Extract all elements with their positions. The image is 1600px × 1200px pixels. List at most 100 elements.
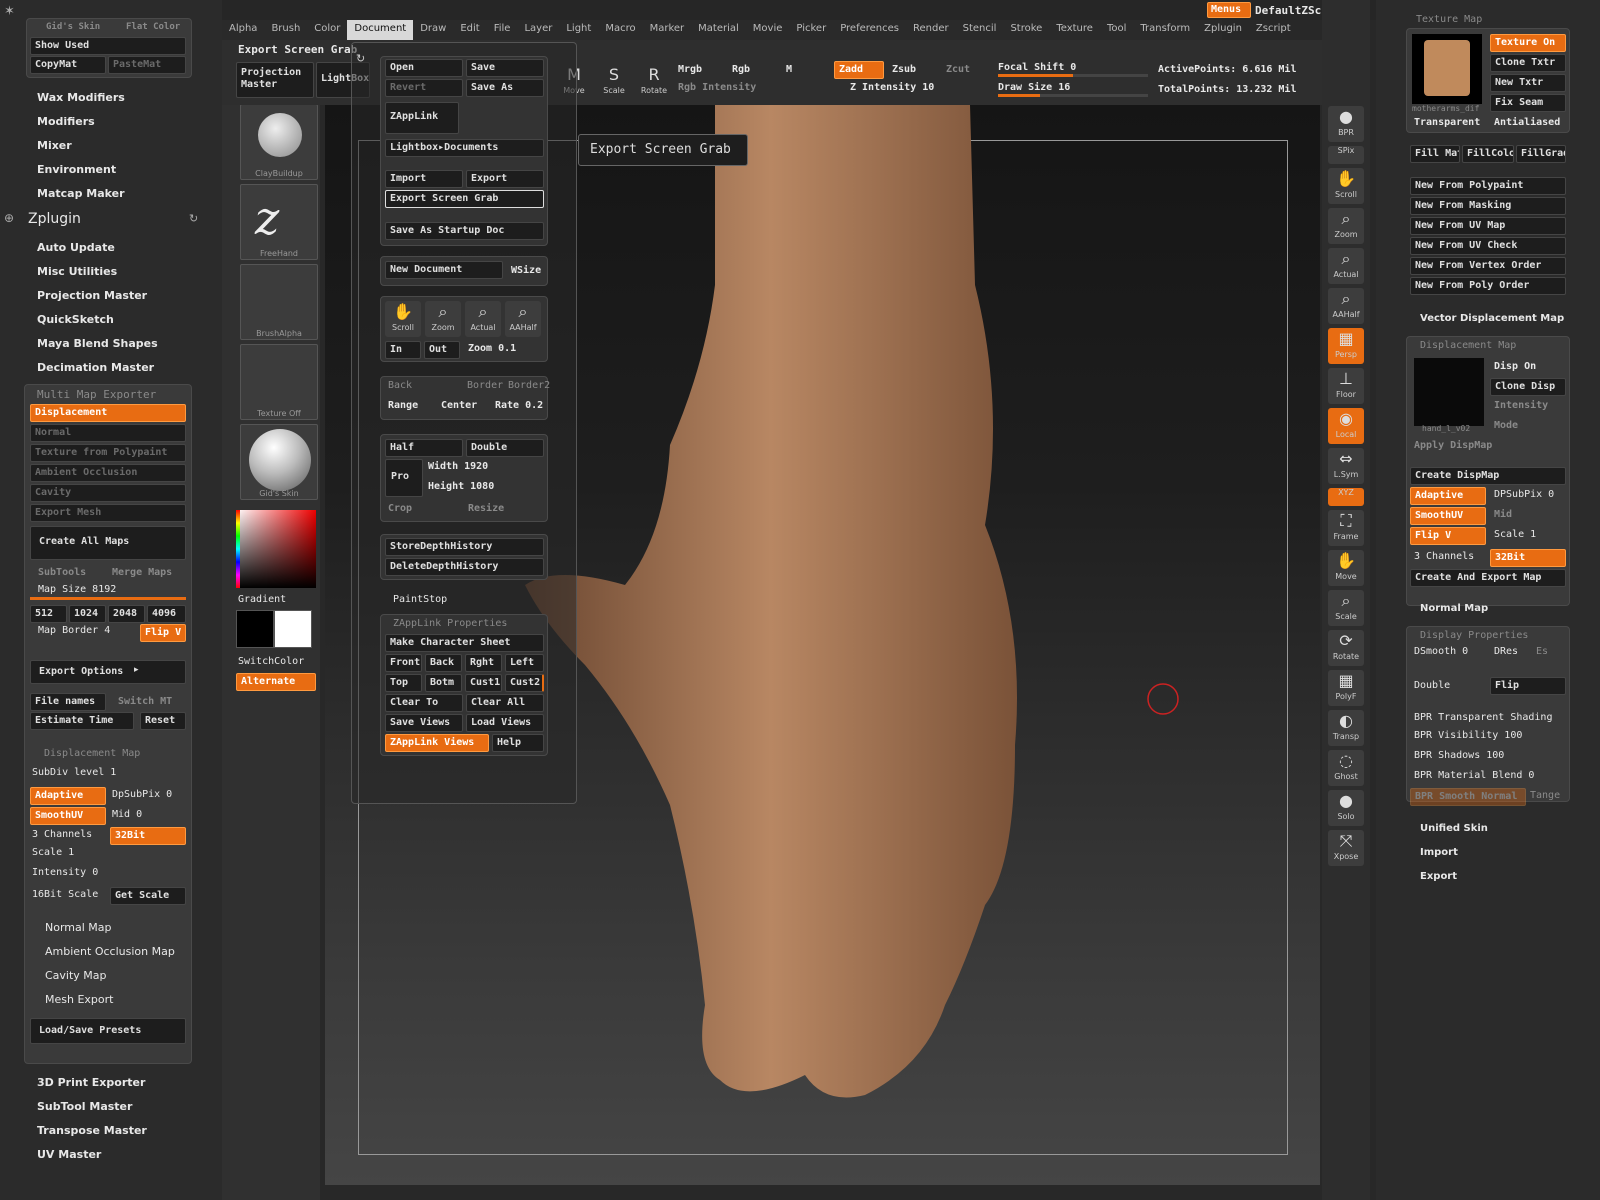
fillcolor-button[interactable]: FillColor: [1462, 145, 1514, 163]
menu-stencil[interactable]: Stencil: [956, 20, 1004, 40]
menu-stroke[interactable]: Stroke: [1003, 20, 1049, 40]
switch-mt-toggle[interactable]: Switch MT: [118, 696, 172, 707]
right-scale-slider[interactable]: Scale 1: [1494, 529, 1536, 540]
intensity-slider[interactable]: Intensity 0: [32, 867, 98, 878]
create-and-export-map-button[interactable]: Create And Export Map: [1410, 569, 1566, 587]
map-size-slider[interactable]: Map Size 8192: [38, 584, 116, 595]
rotate-tool[interactable]: R Rotate: [636, 64, 672, 100]
vector-displacement-map-subpanel[interactable]: Vector Displacement Map: [1420, 313, 1564, 324]
zapplink-properties-title[interactable]: ZAppLink Properties: [393, 618, 507, 629]
scale-tool[interactable]: S Scale: [596, 64, 632, 100]
texture-thumbnail[interactable]: [1412, 34, 1482, 104]
flip-v-toggle[interactable]: Flip V: [140, 624, 186, 642]
rshelf-frame-tool[interactable]: ⛶ Frame: [1328, 510, 1364, 546]
back-color-swatch[interactable]: Back: [388, 380, 412, 391]
view-top-button[interactable]: Top: [385, 674, 422, 692]
menu-wax-modifiers[interactable]: Wax Modifiers: [37, 91, 125, 104]
merge-maps-toggle[interactable]: Merge Maps: [112, 567, 172, 578]
double-toggle[interactable]: Double: [1414, 680, 1450, 691]
menu-zscript[interactable]: Zscript: [1249, 20, 1298, 40]
menu-quicksketch[interactable]: QuickSketch: [37, 313, 114, 326]
fillgrad-button[interactable]: FillGrad: [1516, 145, 1566, 163]
gradient-toggle[interactable]: Gradient: [238, 594, 286, 605]
smoothuv-toggle[interactable]: SmoothUV: [30, 807, 106, 825]
right-adaptive-toggle[interactable]: Adaptive: [1410, 487, 1486, 505]
zoom-in-button[interactable]: In: [385, 341, 421, 359]
rshelf-scroll-tool[interactable]: ✋ Scroll: [1328, 168, 1364, 204]
rshelf-xpose-tool[interactable]: ⤧ Xpose: [1328, 830, 1364, 866]
menus-toggle[interactable]: Menus: [1207, 2, 1251, 18]
right-32bit-toggle[interactable]: 32Bit: [1490, 549, 1566, 567]
double-button[interactable]: Double: [466, 439, 544, 457]
import-button[interactable]: Import: [385, 170, 463, 188]
menu-file[interactable]: File: [487, 20, 518, 40]
unified-skin-subpanel[interactable]: Unified Skin: [1420, 823, 1488, 834]
rshelf-bpr-tool[interactable]: ● BPR: [1328, 106, 1364, 142]
channels-switch[interactable]: 3 Channels: [32, 829, 92, 840]
brush-thumbnail[interactable]: ClayBuildup: [240, 104, 318, 180]
menu-preferences[interactable]: Preferences: [833, 20, 906, 40]
apply-dispmap-button[interactable]: Apply DispMap: [1414, 440, 1492, 451]
menu-tool[interactable]: Tool: [1100, 20, 1133, 40]
zapplink-views-toggle[interactable]: ZAppLink Views: [385, 734, 489, 752]
dpsubpix-slider[interactable]: DpSubPix 0: [112, 789, 172, 800]
32bit-toggle[interactable]: 32Bit: [110, 827, 186, 845]
crop-button[interactable]: Crop: [388, 503, 412, 514]
zadd-toggle[interactable]: Zadd: [834, 61, 884, 79]
border-color-swatch[interactable]: Border: [467, 380, 503, 391]
tange-toggle[interactable]: Tange: [1530, 790, 1560, 801]
doc-aahalf-tool[interactable]: ⌕ AAHalf: [505, 301, 541, 337]
normal-map-subpanel[interactable]: Normal Map: [1420, 603, 1488, 614]
texture-map-title[interactable]: Texture Map: [1416, 14, 1482, 25]
rshelf-solo-tool[interactable]: ● Solo: [1328, 790, 1364, 826]
menu-picker[interactable]: Picker: [789, 20, 833, 40]
store-depth-history-button[interactable]: StoreDepthHistory: [385, 538, 544, 556]
mid-slider[interactable]: Mid 0: [112, 809, 142, 820]
save-button[interactable]: Save: [466, 59, 544, 77]
doc-actual-tool[interactable]: ⌕ Actual: [465, 301, 501, 337]
menu-misc-utilities[interactable]: Misc Utilities: [37, 265, 117, 278]
fill-mat-button[interactable]: Fill Mat: [1410, 145, 1460, 163]
doc-zoom-tool[interactable]: ⌕ Zoom: [425, 301, 461, 337]
menu-alpha[interactable]: Alpha: [222, 20, 264, 40]
texture-on-toggle[interactable]: Texture On: [1490, 34, 1566, 52]
menu-color[interactable]: Color: [307, 20, 347, 40]
menu-projection-master[interactable]: Projection Master: [37, 289, 147, 302]
rshelf-move-tool[interactable]: ✋ Move: [1328, 550, 1364, 586]
save-as-startup-doc-button[interactable]: Save As Startup Doc: [385, 222, 544, 240]
m-toggle[interactable]: M: [786, 64, 792, 75]
map-border-slider[interactable]: Map Border 4: [38, 625, 110, 636]
normal-map-subpanel[interactable]: Normal Map: [45, 921, 112, 934]
border2-color-swatch[interactable]: Border2: [508, 380, 550, 391]
antialiased-toggle[interactable]: Antialiased: [1494, 117, 1560, 128]
mrgb-toggle[interactable]: Mrgb: [678, 64, 702, 75]
rshelf-actual-tool[interactable]: ⌕ Actual: [1328, 248, 1364, 284]
new-document-button[interactable]: New Document: [385, 261, 503, 279]
menu-light[interactable]: Light: [559, 20, 598, 40]
z-intensity-slider[interactable]: Z Intensity 10: [850, 82, 934, 93]
zcut-toggle[interactable]: Zcut: [946, 64, 970, 75]
right-flip-v-toggle[interactable]: Flip V: [1410, 527, 1486, 545]
mme-title[interactable]: Multi Map Exporter: [37, 388, 156, 401]
show-used-button[interactable]: Show Used: [30, 37, 186, 55]
right-mid-slider[interactable]: Mid: [1494, 509, 1512, 520]
view-back-button[interactable]: Back: [425, 654, 462, 672]
pro-toggle[interactable]: Pro: [385, 459, 423, 497]
view-cust1-button[interactable]: Cust1: [465, 674, 502, 692]
doc-scroll-tool[interactable]: ✋ Scroll: [385, 301, 421, 337]
es-slider[interactable]: Es: [1536, 646, 1548, 657]
zsub-toggle[interactable]: Zsub: [892, 64, 916, 75]
bpr-material-blend-slider[interactable]: BPR Material Blend 0: [1414, 770, 1534, 781]
menu-movie[interactable]: Movie: [746, 20, 790, 40]
view-bottom-button[interactable]: Botm: [425, 674, 462, 692]
displacement-thumbnail[interactable]: [1414, 358, 1484, 426]
projection-master-top-button[interactable]: Projection Master: [236, 62, 314, 98]
bpr-smooth-normal-toggle[interactable]: BPR Smooth Normal: [1410, 788, 1526, 806]
disp-on-toggle[interactable]: Disp On: [1494, 361, 1536, 372]
map-export-mesh-toggle[interactable]: Export Mesh: [30, 504, 186, 522]
rshelf-ghost-tool[interactable]: ◌ Ghost: [1328, 750, 1364, 786]
disp-intensity-slider[interactable]: Intensity: [1494, 400, 1548, 411]
disp-mode-slider[interactable]: Mode: [1494, 420, 1518, 431]
range-slider[interactable]: Range: [388, 400, 418, 411]
new-from-uv-check-button[interactable]: New From UV Check: [1410, 237, 1566, 255]
